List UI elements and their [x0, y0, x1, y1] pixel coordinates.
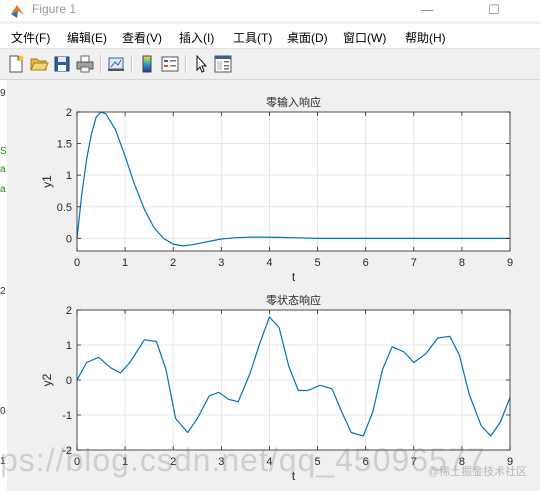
link-plot-icon[interactable]: [106, 54, 126, 74]
y-tick-label: -1: [62, 410, 72, 422]
watermark-site: @稀土掘金技术社区: [428, 466, 528, 478]
menu-tools[interactable]: 工具(T): [233, 29, 272, 46]
menu-view[interactable]: 查看(V): [122, 29, 162, 46]
open-folder-icon[interactable]: [29, 54, 49, 74]
window-title: Figure 1: [32, 2, 77, 16]
x-axis-label: t: [292, 270, 296, 284]
axes-1: 0 1 2 3 4 5 6 7 8 9 0 0.5 1 1.5 2 零输入响应 t y1: [40, 95, 513, 284]
y-tick-label: 1: [66, 340, 72, 352]
menu-edit[interactable]: 编辑(E): [67, 29, 107, 46]
x-tick-label: 2: [170, 257, 176, 269]
x-tick-label: 7: [411, 257, 417, 269]
print-icon[interactable]: [75, 54, 95, 74]
matlab-logo-icon: [11, 5, 24, 18]
y-tick-label: 0.5: [57, 202, 72, 214]
property-editor-icon[interactable]: [213, 54, 233, 74]
menu-file[interactable]: 文件(F): [11, 29, 50, 46]
x-tick-label: 3: [218, 257, 224, 269]
pointer-icon[interactable]: [191, 54, 211, 74]
figure-canvas: 0 1 2 3 4 5 6 7 8 900.511.52零输入响应ty10 1 2 3 4 5 6 7 8 9-2-…: [40, 95, 513, 483]
save-icon[interactable]: [52, 54, 72, 74]
x-tick-label: 4: [266, 257, 272, 269]
menu-help[interactable]: 帮助(H): [405, 29, 446, 46]
toolbar-separator: [131, 55, 133, 73]
chart-title: 零状态响应: [266, 293, 321, 307]
close-button[interactable]: [516, 0, 540, 21]
y-tick-label: 2: [66, 305, 72, 317]
y-axis-label: y2: [40, 373, 54, 386]
y-tick-label: 0: [66, 375, 72, 387]
y-tick-label: 0: [66, 233, 72, 245]
axes-background: [77, 112, 510, 251]
minimize-button[interactable]: —: [404, 0, 450, 21]
menu-bar: 文件(F) 编辑(E) 查看(V) 插入(I) 工具(T) 桌面(D) 窗口(W…: [0, 24, 540, 48]
new-figure-icon[interactable]: [6, 54, 26, 74]
toolbar-separator: [185, 55, 187, 73]
y-tick-label: 1.5: [57, 139, 72, 151]
title-bar: Figure 1 — ☐: [0, 0, 540, 21]
legend-icon[interactable]: [160, 54, 180, 74]
chart-title: 零输入响应: [266, 95, 321, 109]
x-tick-label: 0: [74, 257, 80, 269]
toolbar-separator: [100, 55, 102, 73]
x-tick-label: 9: [507, 257, 513, 269]
menu-desktop[interactable]: 桌面(D): [287, 29, 328, 46]
y-tick-label: 2: [66, 107, 72, 119]
colorbar-icon[interactable]: [137, 54, 157, 74]
x-tick-label: 6: [363, 257, 369, 269]
y-axis-label: y1: [40, 175, 54, 188]
y-tick-label: 1: [66, 170, 72, 182]
watermark-url: ps://blog.csdn.net/qq_45096577: [0, 442, 486, 478]
x-tick-label: 5: [314, 257, 320, 269]
toolbar: [0, 48, 540, 80]
menu-window[interactable]: 窗口(W): [343, 29, 386, 46]
maximize-button[interactable]: ☐: [471, 0, 517, 21]
menu-insert[interactable]: 插入(I): [179, 29, 214, 46]
x-tick-label: 1: [122, 257, 128, 269]
x-tick-label: 8: [459, 257, 465, 269]
